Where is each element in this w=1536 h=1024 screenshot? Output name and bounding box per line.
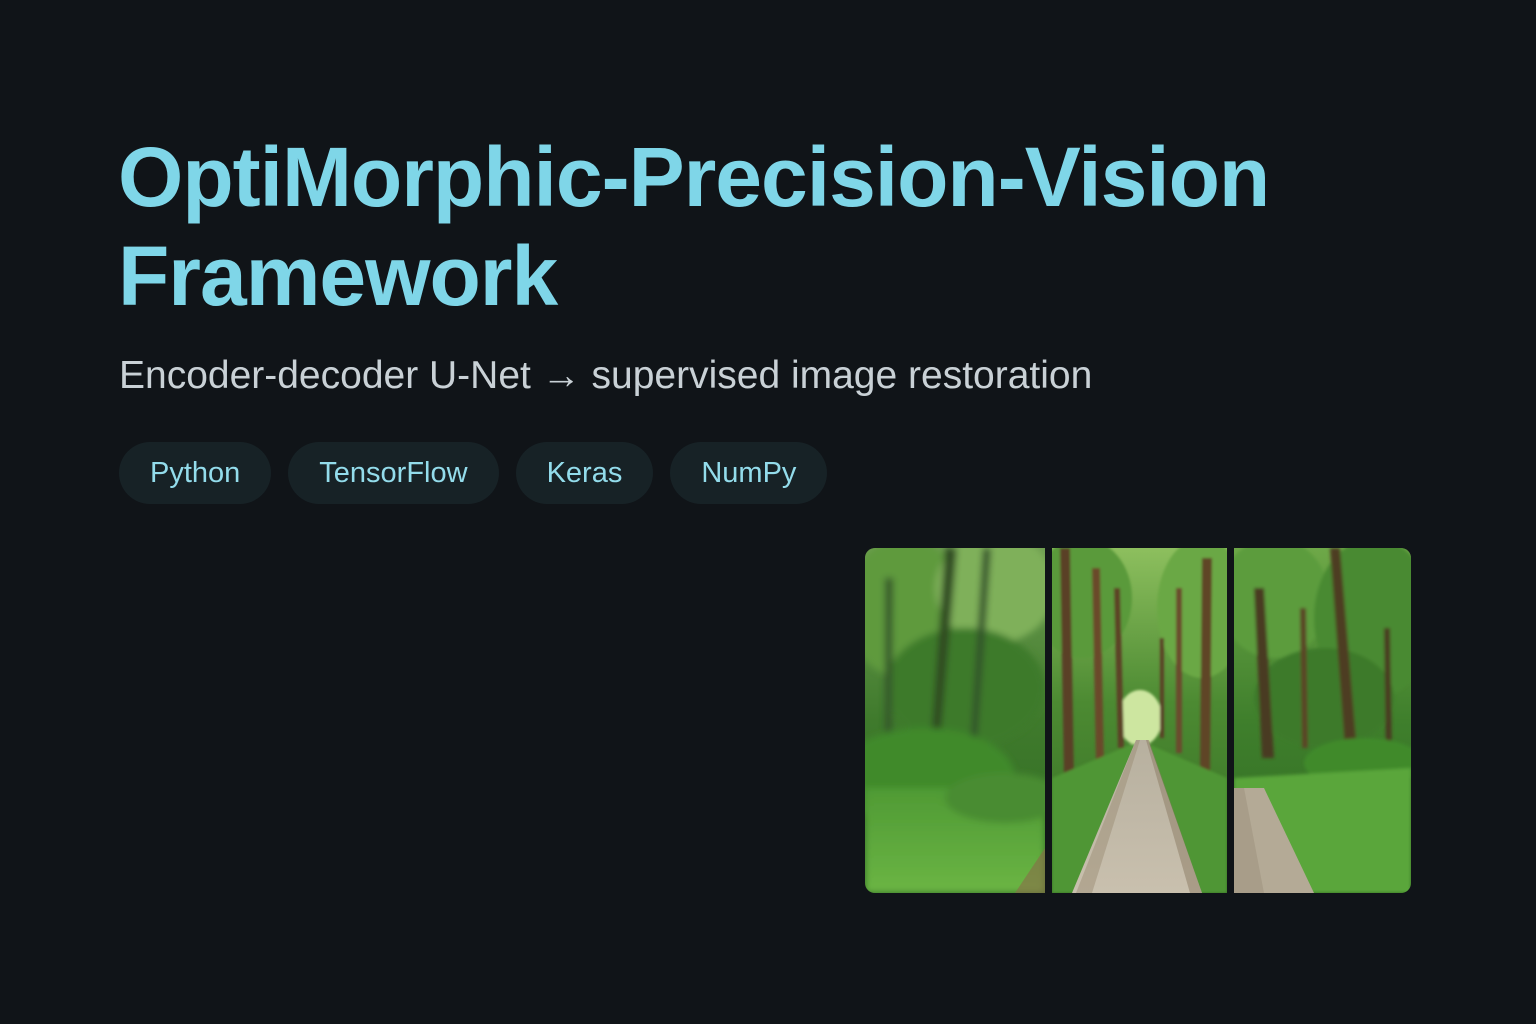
- forest-path-panel: [1052, 548, 1227, 893]
- tag-keras: Keras: [515, 442, 654, 504]
- tag-numpy: NumPy: [670, 442, 828, 504]
- page-subtitle: Encoder-decoder U-Net → supervised image…: [119, 354, 1093, 397]
- restored-forest-panel: [1234, 548, 1411, 893]
- page-title: OptiMorphic-Precision-Vision Framework: [118, 130, 1270, 323]
- blurred-forest-panel: [865, 548, 1045, 893]
- tag-tensorflow: TensorFlow: [288, 442, 499, 504]
- tech-tag-list: Python TensorFlow Keras NumPy: [119, 442, 828, 504]
- project-card: OptiMorphic-Precision-Vision Framework E…: [0, 0, 1536, 1024]
- restoration-preview: [865, 548, 1411, 893]
- tag-python: Python: [119, 442, 272, 504]
